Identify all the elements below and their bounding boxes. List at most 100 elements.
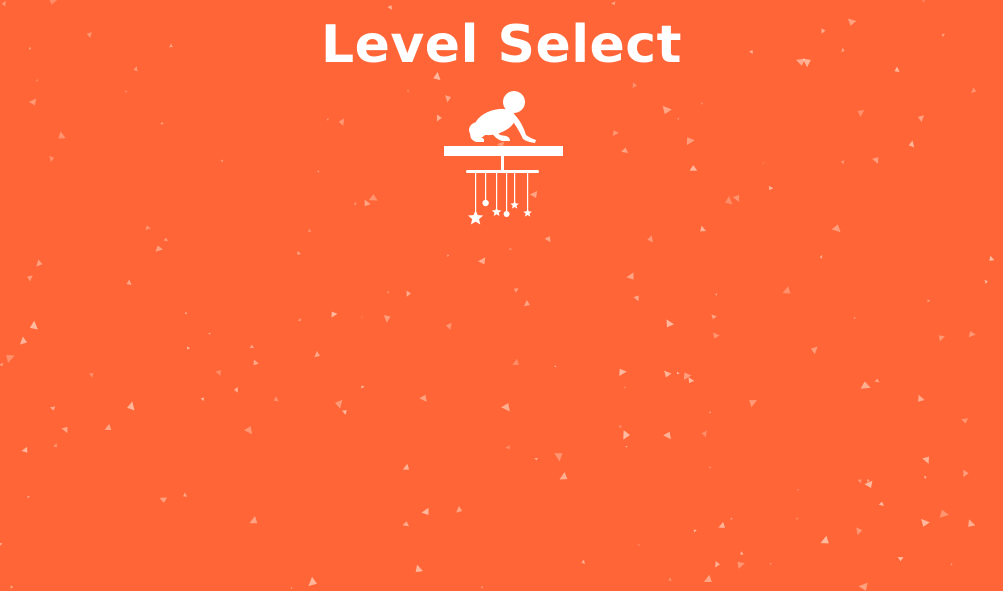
confetti-speck	[984, 279, 988, 285]
confetti-speck	[368, 194, 378, 201]
confetti-speck	[921, 518, 930, 527]
confetti-speck	[186, 346, 191, 350]
confetti-speck	[88, 373, 94, 378]
confetti-speck	[415, 564, 423, 573]
confetti-speck	[554, 453, 563, 462]
confetti-speck	[732, 194, 740, 202]
confetti-speck	[21, 446, 28, 453]
confetti-speck	[749, 399, 758, 408]
confetti-speck	[878, 501, 884, 506]
confetti-speck	[49, 155, 55, 162]
confetti-speck	[715, 293, 718, 296]
confetti-speck	[49, 406, 56, 411]
confetti-speck	[768, 185, 774, 191]
confetti-speck	[918, 394, 925, 402]
confetti-speck	[950, 562, 953, 566]
confetti-speck	[860, 381, 871, 389]
confetti-speck	[633, 295, 639, 302]
confetti-speck	[104, 423, 112, 431]
confetti-speck	[968, 331, 976, 338]
confetti-speck	[477, 257, 486, 265]
confetti-speck	[501, 403, 510, 412]
confetti-speck	[419, 394, 427, 402]
confetti-speck	[708, 466, 711, 469]
level-button-1[interactable]	[440, 86, 566, 228]
confetti-speck	[200, 397, 205, 402]
confetti-speck	[917, 115, 925, 122]
confetti-speck	[160, 122, 164, 125]
confetti-speck	[762, 161, 765, 164]
confetti-speck	[989, 255, 995, 261]
confetti-speck	[326, 118, 329, 121]
confetti-speck	[581, 559, 586, 564]
confetti-speck	[6, 354, 15, 363]
confetti-speck	[544, 236, 551, 243]
confetti-speck	[626, 272, 634, 280]
confetti-speck	[963, 469, 969, 478]
confetti-speck	[52, 443, 58, 448]
confetti-speck	[387, 5, 392, 10]
confetti-speck	[383, 314, 391, 323]
confetti-speck	[897, 556, 904, 562]
confetti-speck	[693, 529, 697, 533]
confetti-speck	[663, 431, 671, 440]
level-select-screen: Level Select	[0, 0, 1003, 591]
confetti-speck	[513, 288, 519, 293]
confetti-speck	[509, 247, 513, 251]
confetti-speck	[215, 370, 221, 376]
confetti-speck	[840, 160, 845, 165]
confetti-speck	[872, 157, 879, 164]
confetti-speck	[126, 279, 132, 286]
confetti-speck	[249, 515, 258, 524]
confetti-speck	[666, 319, 675, 328]
confetti-speck	[632, 82, 637, 89]
confetti-speck	[29, 320, 38, 330]
confetti-speck	[307, 228, 312, 233]
confetti-speck	[553, 365, 557, 368]
confetti-speck	[921, 0, 925, 3]
confetti-speck	[534, 457, 538, 461]
confetti-speck	[831, 224, 841, 233]
confetti-speck	[874, 378, 880, 383]
confetti-speck	[718, 521, 726, 528]
confetti-speck	[0, 542, 3, 547]
confetti-speck	[273, 396, 279, 402]
confetti-speck	[689, 165, 698, 171]
confetti-speck	[456, 505, 463, 513]
confetti-speck	[795, 517, 799, 520]
confetti-speck	[703, 574, 712, 583]
confetti-speck	[922, 456, 930, 464]
confetti-speck	[480, 586, 483, 589]
page-title: Level Select	[321, 15, 682, 75]
confetti-speck	[939, 509, 950, 518]
confetti-speck	[512, 358, 519, 366]
confetti-speck	[402, 521, 410, 527]
confetti-speck	[35, 79, 39, 82]
confetti-speck	[740, 551, 744, 555]
confetti-speck	[155, 245, 164, 252]
confetti-speck	[611, 1, 616, 6]
confetti-speck	[19, 336, 28, 345]
confetti-speck	[220, 159, 224, 163]
confetti-speck	[797, 488, 800, 492]
confetti-speck	[713, 332, 720, 339]
confetti-speck	[923, 476, 927, 479]
confetti-speck	[715, 560, 721, 568]
confetti-speck	[621, 147, 629, 154]
confetti-speck	[701, 430, 707, 438]
confetti-speck	[810, 346, 818, 355]
confetti-speck	[406, 89, 410, 92]
confetti-speck	[625, 446, 628, 448]
confetti-speck	[297, 318, 301, 322]
confetti-speck	[308, 576, 317, 587]
confetti-speck	[58, 131, 66, 139]
confetti-speck	[559, 472, 568, 480]
confetti-speck	[145, 225, 151, 231]
confetti-speck	[27, 495, 31, 499]
confetti-speck	[183, 492, 188, 497]
confetti-speck	[28, 98, 37, 106]
confetti-speck	[676, 371, 680, 375]
confetti-speck	[447, 254, 450, 257]
confetti-speck	[523, 299, 530, 307]
confetti-speck	[782, 286, 791, 294]
